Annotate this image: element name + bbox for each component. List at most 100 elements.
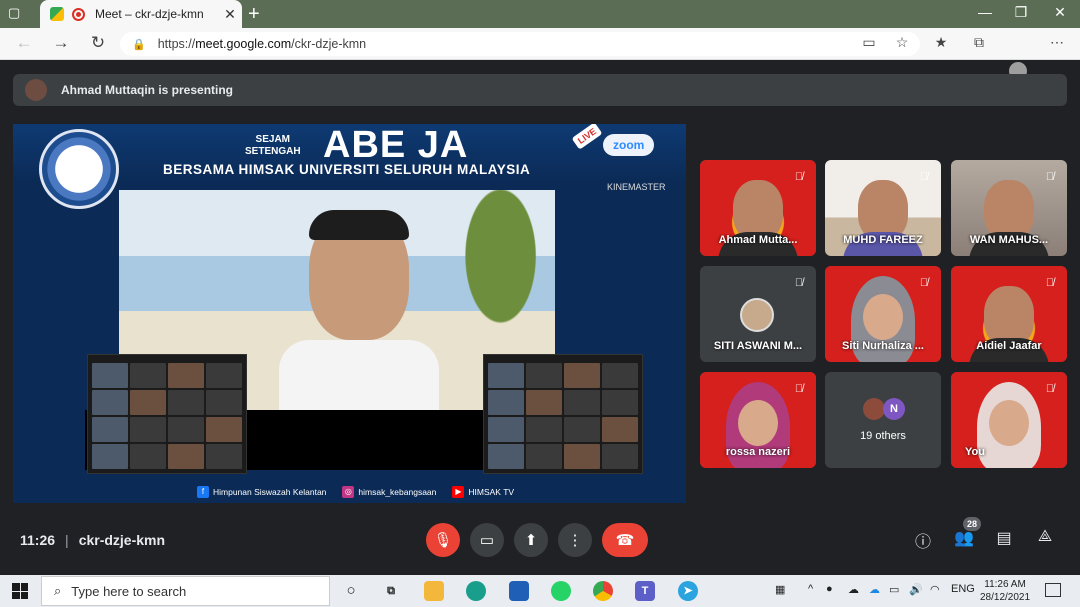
search-placeholder: Type here to search <box>71 583 187 599</box>
more-options-button[interactable]: ⋮ <box>558 523 592 557</box>
presenting-banner: Ahmad Muttaqin is presenting <box>13 74 1067 106</box>
taskbar-clock[interactable]: 11:26 AM 28/12/2021 <box>980 578 1030 604</box>
language-indicator[interactable]: ENG <box>951 583 975 595</box>
tray-expand-icon[interactable]: ^ <box>808 583 813 595</box>
recording-icon <box>72 7 85 21</box>
setengah-label: SETENGAH <box>245 146 301 157</box>
instagram-credit: ◎ himsak_kebangsaan <box>342 485 437 498</box>
onedrive-icon[interactable]: ☁ <box>869 583 880 596</box>
tab-actions-icon[interactable]: ▢ <box>8 5 26 23</box>
tray-app-icon[interactable]: ● <box>826 583 833 595</box>
favorite-star-icon[interactable]: ☆ <box>891 34 913 51</box>
participant-name: MUHD FAREEZ <box>843 234 923 246</box>
refresh-icon[interactable]: ↻ <box>86 33 110 53</box>
participant-avatar <box>863 398 885 420</box>
participant-tile[interactable]: 🎙̸ MUHD FAREEZ <box>825 160 941 256</box>
youtube-credit: ▶ HIMSAK TV <box>452 485 514 498</box>
participant-tile[interactable]: 🎙̸ Siti Nurhaliza ... <box>825 266 941 362</box>
telegram-icon[interactable]: ➤ <box>678 581 698 601</box>
self-tile[interactable]: 🎙̸ You <box>951 372 1067 468</box>
others-tile[interactable]: N 19 others <box>825 372 941 468</box>
back-icon[interactable]: ← <box>12 33 36 53</box>
participant-tile[interactable]: 🎙̸ Ahmad Mutta... <box>700 160 816 256</box>
participant-face <box>984 180 1034 240</box>
mic-off-icon: 🎙̸ <box>794 383 804 395</box>
mic-off-icon: 🎙̸ <box>794 277 804 289</box>
sejam-text: SEJAM SETENGAH <box>245 134 301 158</box>
store-icon[interactable] <box>509 581 529 601</box>
favorites-icon[interactable]: ★ <box>930 34 952 51</box>
participant-name: Siti Nurhaliza ... <box>842 340 924 352</box>
mic-off-icon: 🎙̸ <box>1045 277 1055 289</box>
taskbar-search[interactable]: ⌕ Type here to search <box>41 576 330 606</box>
meeting-details-icon[interactable]: ⓘ <box>911 528 935 552</box>
meeting-time: 11:26 <box>20 532 56 548</box>
notification-icon[interactable] <box>1045 583 1061 597</box>
close-window-icon[interactable]: ✕ <box>1045 4 1075 21</box>
activities-icon[interactable]: ⟁ <box>1033 528 1057 546</box>
mic-off-icon: 🎙̸ <box>919 277 929 289</box>
volume-icon[interactable]: 🔊 <box>909 583 923 596</box>
meeting-code: ckr-dzje-kmn <box>78 532 166 548</box>
participant-face <box>738 400 778 446</box>
wifi-icon[interactable]: ◠ <box>930 583 940 596</box>
camera-permission-icon[interactable]: ▭ <box>858 34 880 51</box>
participant-avatar-letter: N <box>883 398 905 420</box>
participant-name: Ahmad Mutta... <box>718 234 798 246</box>
windows-start-icon[interactable] <box>12 583 28 599</box>
cloud-icon[interactable]: ☁ <box>848 583 859 596</box>
chat-icon[interactable]: ▤ <box>992 528 1016 548</box>
people-icon[interactable]: 👥 <box>952 528 976 548</box>
zoom-gallery-left <box>87 354 247 474</box>
browser-titlebar: ▢ Meet – ckr-dzje-kmn ✕ + — ❐ ✕ <box>0 0 1080 28</box>
zoom-gallery-right <box>483 354 643 474</box>
participant-name: WAN MAHUS... <box>969 234 1049 246</box>
participant-tile[interactable]: 🎙̸ rossa nazeri <box>700 372 816 468</box>
participant-tile[interactable]: 🎙̸ SITI ASWANI M... <box>700 266 816 362</box>
himsak-logo <box>39 129 119 209</box>
forward-icon[interactable]: → <box>49 33 73 53</box>
minimize-icon[interactable]: — <box>970 4 1000 20</box>
chrome-icon[interactable] <box>593 581 613 601</box>
presenting-text: Ahmad Muttaqin is presenting <box>61 83 234 97</box>
lock-icon: 🔒 <box>132 38 146 51</box>
participant-count-badge: 28 <box>963 517 981 531</box>
participant-face <box>989 400 1029 446</box>
more-menu-icon[interactable]: ⋯ <box>1046 34 1068 51</box>
tab-close-icon[interactable]: ✕ <box>218 6 242 23</box>
presentation-stage: SEJAM SETENGAH ABE JA BERSAMA HIMSAK UNIV… <box>13 124 686 503</box>
speaker-figure <box>279 210 439 410</box>
collections-icon[interactable]: ⧉ <box>968 34 990 51</box>
url-field[interactable]: 🔒 https://meet.google.com/ckr-dzje-kmn <box>120 32 920 56</box>
tab-title: Meet – ckr-dzje-kmn <box>95 7 204 21</box>
participant-face <box>733 180 783 240</box>
maximize-icon[interactable]: ❐ <box>1006 4 1036 21</box>
end-call-button[interactable]: ☎ <box>602 523 648 557</box>
instagram-text: himsak_kebangsaan <box>358 486 437 497</box>
mic-toggle-button[interactable]: 🎙 <box>426 523 460 557</box>
task-view-icon[interactable]: ⧉ <box>381 581 401 601</box>
whatsapp-icon[interactable] <box>551 581 571 601</box>
new-tab-button[interactable]: + <box>248 3 260 26</box>
social-footer: f Himpunan Siswazah Kelantan ◎ himsak_keba… <box>13 480 686 503</box>
meeting-info: 11:26 | ckr-dzje-kmn <box>20 532 165 548</box>
file-explorer-icon[interactable] <box>424 581 444 601</box>
browser-tab-meet[interactable]: Meet – ckr-dzje-kmn ✕ <box>40 0 242 28</box>
facebook-icon: f <box>197 485 209 498</box>
teams-icon[interactable]: T <box>635 581 655 601</box>
separator: | <box>65 532 69 548</box>
battery-icon[interactable]: ▭ <box>889 583 899 596</box>
sejam-label: SEJAM <box>255 134 290 145</box>
others-count: 19 others <box>860 430 906 442</box>
presentation-subtitle: BERSAMA HIMSAK UNIVERSITI SELURUH MALAYS… <box>163 162 531 177</box>
participant-name: SITI ASWANI M... <box>713 340 803 352</box>
edge-icon[interactable] <box>466 581 486 601</box>
camera-toggle-button[interactable]: ▭ <box>470 523 504 557</box>
mic-off-icon: 🎙̸ <box>1045 383 1055 395</box>
cortana-icon[interactable]: ○ <box>341 581 361 601</box>
present-button[interactable]: ⬆ <box>514 523 548 557</box>
keyboard-tray-icon[interactable]: ▦ <box>775 583 785 596</box>
participant-tile[interactable]: 🎙̸ WAN MAHUS... <box>951 160 1067 256</box>
participant-name: rossa nazeri <box>725 446 791 458</box>
participant-tile[interactable]: 🎙̸ Aidiel Jaafar <box>951 266 1067 362</box>
